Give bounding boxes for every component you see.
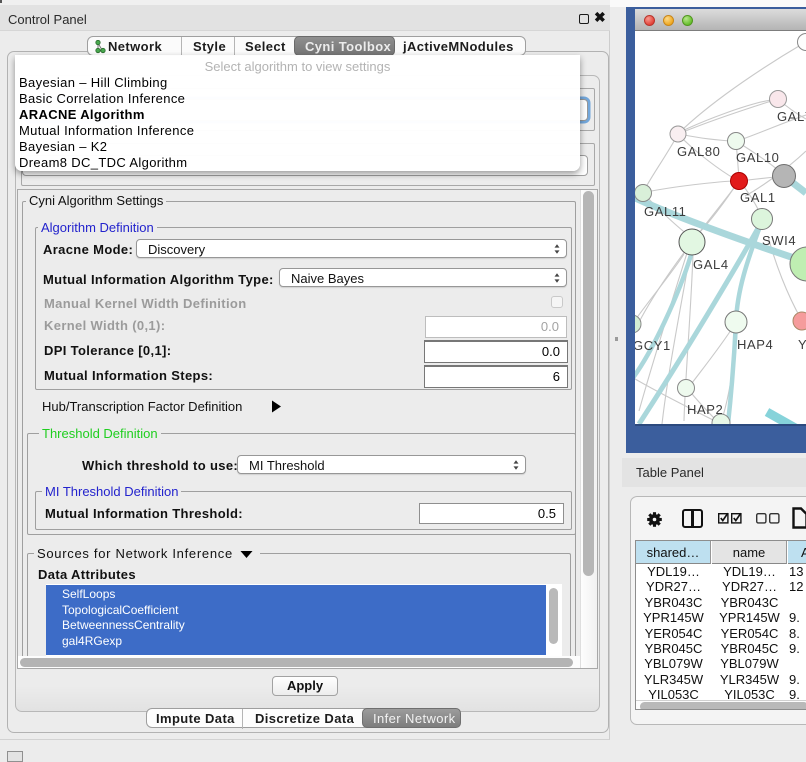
svg-text:GAL1: GAL1 (740, 190, 776, 205)
svg-text:GAL80: GAL80 (677, 144, 720, 159)
svg-text:GAL11: GAL11 (644, 204, 687, 219)
svg-text:SWI4: SWI4 (762, 233, 796, 248)
svg-text:GCY1: GCY1 (635, 338, 671, 353)
svg-text:HAP2: HAP2 (687, 402, 723, 417)
svg-text:HAP4: HAP4 (737, 337, 773, 352)
svg-text:GAL10: GAL10 (736, 150, 779, 165)
svg-text:GAL7: GAL7 (777, 109, 806, 124)
svg-text:YM: YM (798, 337, 806, 352)
svg-text:GAL4: GAL4 (693, 257, 729, 272)
